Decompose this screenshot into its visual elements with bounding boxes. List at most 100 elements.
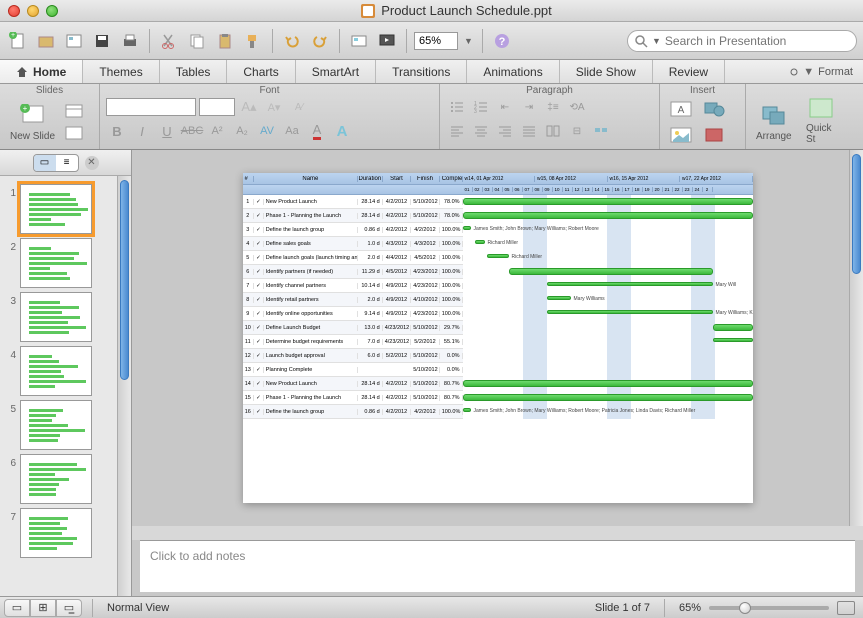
object-button[interactable]	[699, 125, 729, 145]
text-direction-button[interactable]: ⟲A	[566, 97, 588, 117]
ribbon-group-arrange	[752, 85, 790, 97]
window-title-text: Product Launch Schedule.ppt	[381, 3, 552, 18]
grow-font-button[interactable]: A▴	[238, 97, 260, 117]
slide-horizontal-scrollbar[interactable]	[132, 526, 863, 540]
zoom-slider[interactable]	[709, 606, 829, 610]
close-window-button[interactable]	[8, 5, 20, 17]
slide-vertical-scrollbar[interactable]	[849, 150, 863, 526]
clear-format-button[interactable]: A⁄	[288, 97, 310, 117]
decrease-indent-button[interactable]: ⇤	[494, 97, 516, 117]
char-spacing-button[interactable]: AV	[256, 121, 278, 141]
sorter-view-button[interactable]: ⊞	[30, 599, 56, 617]
justify-button[interactable]	[518, 121, 540, 141]
zoom-slider-knob[interactable]	[739, 602, 751, 614]
slides-panel: ▭ ≡ ✕ 1234567	[0, 150, 132, 596]
minimize-window-button[interactable]	[27, 5, 39, 17]
smartart-convert-button[interactable]	[590, 121, 612, 141]
svg-text:A: A	[678, 105, 685, 116]
thumbnails-view-button[interactable]: ▭	[34, 155, 56, 171]
thumbnail-1[interactable]: 1	[0, 182, 117, 236]
search-box[interactable]: ▼	[627, 30, 857, 52]
close-panel-button[interactable]: ✕	[85, 156, 99, 170]
font-size-select[interactable]	[199, 98, 235, 116]
zoom-window-button[interactable]	[46, 5, 58, 17]
window-controls	[8, 5, 58, 17]
columns-button[interactable]	[542, 121, 564, 141]
slideshow-view-button[interactable]: ▭̲	[56, 599, 82, 617]
copy-button[interactable]	[185, 29, 209, 53]
thumbnail-5[interactable]: 5	[0, 398, 117, 452]
thumbnail-3[interactable]: 3	[0, 290, 117, 344]
text-box-button[interactable]: A	[666, 99, 696, 119]
font-family-select[interactable]	[106, 98, 196, 116]
text-effects-button[interactable]: A	[331, 121, 353, 141]
format-painter-button[interactable]	[241, 29, 265, 53]
tab-themes[interactable]: Themes	[83, 60, 159, 83]
svg-text:?: ?	[499, 36, 506, 48]
outline-view-button[interactable]: ≡	[56, 155, 78, 171]
save-button[interactable]	[90, 29, 114, 53]
change-case-button[interactable]: Aa	[281, 121, 303, 141]
picture-button[interactable]	[666, 125, 696, 145]
slideshow-button[interactable]	[375, 29, 399, 53]
search-input[interactable]	[665, 34, 850, 48]
thumbnail-6[interactable]: 6	[0, 452, 117, 506]
thumbnail-2[interactable]: 2	[0, 236, 117, 290]
bold-button[interactable]: B	[106, 121, 128, 141]
notes-pane[interactable]: Click to add notes	[140, 540, 855, 592]
slide[interactable]: #NameDurationStartFinishComplete1✓New Pr…	[243, 173, 753, 503]
tab-home[interactable]: Home	[0, 60, 83, 83]
increase-indent-button[interactable]: ⇥	[518, 97, 540, 117]
zoom-percent: 65%	[679, 602, 701, 614]
thumbnail-7[interactable]: 7	[0, 506, 117, 560]
shapes-button[interactable]	[699, 99, 729, 119]
tab-charts[interactable]: Charts	[227, 60, 295, 83]
layout-button[interactable]	[63, 101, 85, 121]
panel-view-toggle[interactable]: ▭ ≡	[33, 154, 79, 172]
tab-animations[interactable]: Animations	[467, 60, 559, 83]
align-left-button[interactable]	[446, 121, 468, 141]
bullets-button[interactable]	[446, 97, 468, 117]
arrange-button[interactable]: Arrange	[752, 101, 796, 144]
superscript-button[interactable]: A²	[206, 121, 228, 141]
main-pane: #NameDurationStartFinishComplete1✓New Pr…	[132, 150, 863, 596]
cut-button[interactable]	[157, 29, 181, 53]
normal-view-button[interactable]: ▭	[4, 599, 30, 617]
svg-text:3: 3	[474, 109, 477, 114]
strike-button[interactable]: ABC	[181, 121, 203, 141]
font-color-button[interactable]: A	[306, 121, 328, 141]
format-menu[interactable]: ▼ Format	[779, 60, 863, 83]
fit-to-window-button[interactable]	[837, 601, 855, 615]
zoom-dropdown[interactable]: ▼	[462, 36, 475, 46]
help-button[interactable]: ?	[490, 29, 514, 53]
new-slide-button[interactable]: + New Slide	[6, 101, 59, 144]
align-text-button[interactable]: ⊟	[566, 121, 588, 141]
quick-styles-button[interactable]: Quick St	[802, 93, 840, 147]
underline-button[interactable]: U	[156, 121, 178, 141]
italic-button[interactable]: I	[131, 121, 153, 141]
tab-tables[interactable]: Tables	[160, 60, 228, 83]
align-center-button[interactable]	[470, 121, 492, 141]
redo-button[interactable]	[308, 29, 332, 53]
numbering-button[interactable]: 123	[470, 97, 492, 117]
template-button[interactable]	[62, 29, 86, 53]
section-button[interactable]	[63, 123, 85, 143]
tab-slideshow[interactable]: Slide Show	[560, 60, 653, 83]
tab-transitions[interactable]: Transitions	[376, 60, 467, 83]
line-spacing-button[interactable]: ‡≡	[542, 97, 564, 117]
undo-button[interactable]	[280, 29, 304, 53]
new-document-button[interactable]: +	[6, 29, 30, 53]
tab-review[interactable]: Review	[653, 60, 725, 83]
paste-button[interactable]	[213, 29, 237, 53]
thumbs-scrollbar[interactable]	[117, 176, 131, 596]
zoom-input[interactable]: 65%	[414, 32, 458, 50]
media-button[interactable]	[347, 29, 371, 53]
align-right-button[interactable]	[494, 121, 516, 141]
open-button[interactable]	[34, 29, 58, 53]
thumbnail-4[interactable]: 4	[0, 344, 117, 398]
slide-canvas[interactable]: #NameDurationStartFinishComplete1✓New Pr…	[132, 150, 863, 526]
subscript-button[interactable]: A₂	[231, 121, 253, 141]
tab-smartart[interactable]: SmartArt	[296, 60, 376, 83]
shrink-font-button[interactable]: A▾	[263, 97, 285, 117]
print-button[interactable]	[118, 29, 142, 53]
